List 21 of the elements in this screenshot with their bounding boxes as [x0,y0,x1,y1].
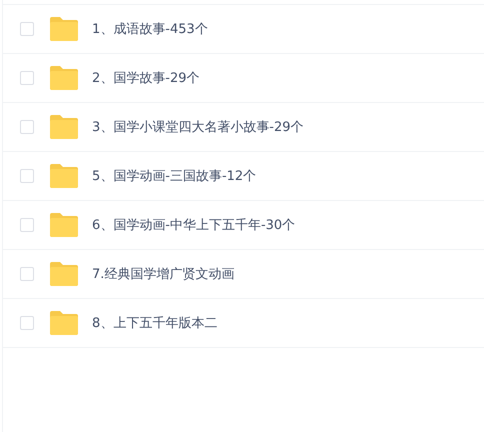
folder-icon [50,311,78,335]
checkbox[interactable] [20,267,34,281]
checkbox[interactable] [20,71,34,85]
checkbox[interactable] [20,316,34,330]
checkbox[interactable] [20,120,34,134]
folder-name[interactable]: 2、国学故事-29个 [92,69,200,87]
folder-name[interactable]: 6、国学动画-中华上下五千年-30个 [92,216,296,234]
checkbox[interactable] [20,218,34,232]
folder-name[interactable]: 8、上下五千年版本二 [92,314,218,332]
folder-name[interactable]: 7.经典国学增广贤文动画 [92,265,234,283]
folder-name[interactable]: 3、国学小课堂四大名著小故事-29个 [92,118,304,136]
folder-icon [50,213,78,237]
checkbox[interactable] [20,169,34,183]
checkbox[interactable] [20,22,34,36]
folder-name[interactable]: 5、国学动画-三国故事-12个 [92,167,256,185]
folder-icon [50,17,78,41]
folder-name[interactable]: 1、成语故事-453个 [92,20,208,38]
folder-icon [50,164,78,188]
folder-icon [50,66,78,90]
folder-icon [50,262,78,286]
folder-icon [50,115,78,139]
